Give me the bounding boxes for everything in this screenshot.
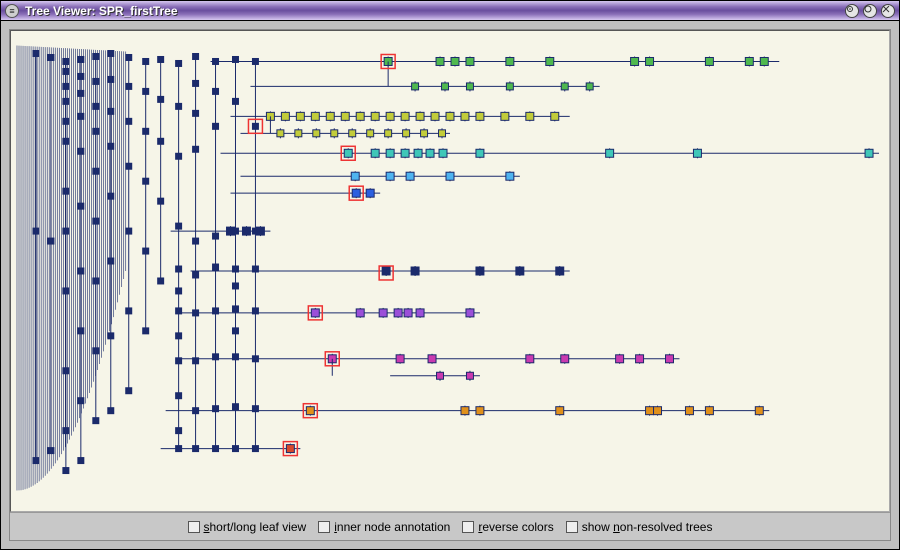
checkbox-short[interactable]: short/long leaf view (188, 520, 307, 534)
maximize-button[interactable] (863, 4, 877, 18)
app-window: ≡ Tree Viewer: SPR_firstTree short/long … (0, 0, 900, 550)
checkbox-box-icon[interactable] (188, 521, 200, 533)
checkbox-inner[interactable]: inner node annotation (318, 520, 450, 534)
options-bar: short/long leaf view inner node annotatio… (10, 512, 890, 540)
checkbox-reverse[interactable]: reverse colors (462, 520, 553, 534)
content-panel: short/long leaf view inner node annotatio… (9, 29, 891, 541)
checkbox-box-icon[interactable] (318, 521, 330, 533)
close-button[interactable] (881, 4, 895, 18)
window-controls (845, 4, 895, 18)
checkbox-box-icon[interactable] (566, 521, 578, 533)
checkbox-label: show non-resolved trees (582, 520, 713, 534)
titlebar[interactable]: ≡ Tree Viewer: SPR_firstTree (1, 1, 899, 21)
tree-canvas[interactable] (10, 30, 890, 512)
checkbox-nonres[interactable]: show non-resolved trees (566, 520, 713, 534)
minimize-button[interactable] (845, 4, 859, 18)
checkbox-label: short/long leaf view (204, 520, 307, 534)
checkbox-label: inner node annotation (334, 520, 450, 534)
checkbox-label: reverse colors (478, 520, 553, 534)
tree-svg (11, 31, 889, 511)
window-title: Tree Viewer: SPR_firstTree (25, 4, 178, 18)
checkbox-box-icon[interactable] (462, 521, 474, 533)
app-menu-icon[interactable]: ≡ (5, 4, 19, 18)
